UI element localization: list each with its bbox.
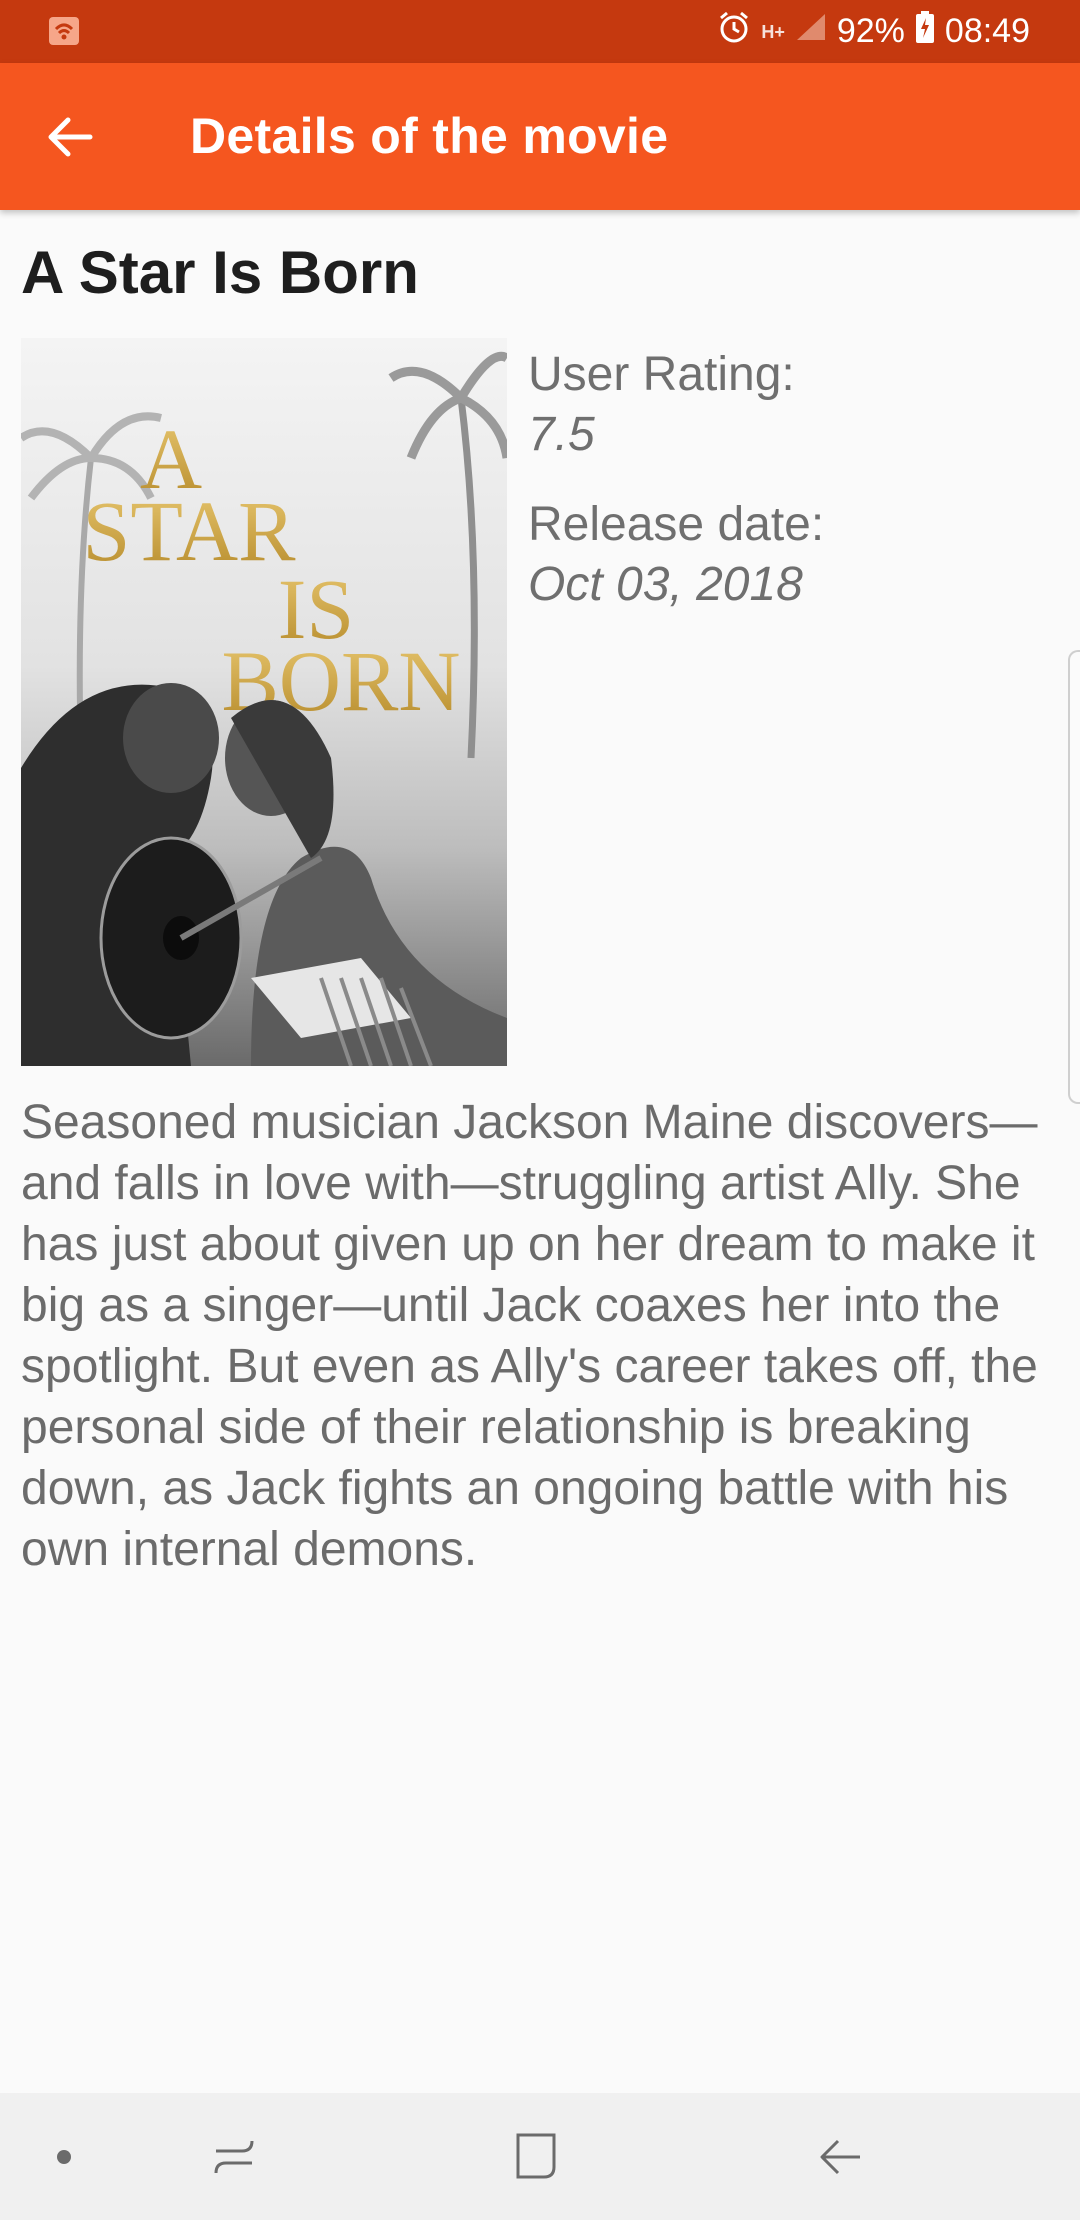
edge-panel-handle[interactable]: [1068, 650, 1080, 1104]
recents-icon[interactable]: [202, 2125, 266, 2189]
movie-info: User Rating: 7.5 Release date: Oct 03, 2…: [528, 345, 824, 615]
home-icon[interactable]: [504, 2125, 568, 2189]
movie-title: A Star Is Born: [21, 239, 419, 306]
release-date-label: Release date:: [528, 498, 825, 551]
navigation-bar: [0, 2093, 1080, 2220]
movie-overview: Seasoned musician Jackson Maine discover…: [21, 1096, 1038, 1576]
movie-poster: A STAR IS BORN: [21, 338, 507, 1066]
back-arrow-icon[interactable]: [40, 107, 100, 167]
signal-icon: [795, 12, 827, 51]
wifi-icon: [48, 16, 80, 51]
alarm-icon: [717, 10, 751, 53]
app-bar-title: Details of the movie: [190, 108, 669, 164]
clock: 08:49: [944, 12, 1030, 50]
release-date-value: Oct 03, 2018: [528, 558, 803, 611]
rating-value: 7.5: [528, 408, 595, 461]
rating-label: User Rating:: [528, 348, 795, 401]
status-bar: H+ 92% 08:49: [0, 0, 1080, 63]
app-bar: Details of the movie: [0, 63, 1080, 210]
battery-percent: 92%: [836, 12, 905, 50]
battery-charging-icon: [915, 10, 935, 53]
poster-text-star: STAR: [83, 483, 297, 579]
dot-icon[interactable]: [32, 2125, 96, 2189]
network-type-label: H+: [761, 21, 785, 42]
nav-back-icon[interactable]: [808, 2125, 872, 2189]
